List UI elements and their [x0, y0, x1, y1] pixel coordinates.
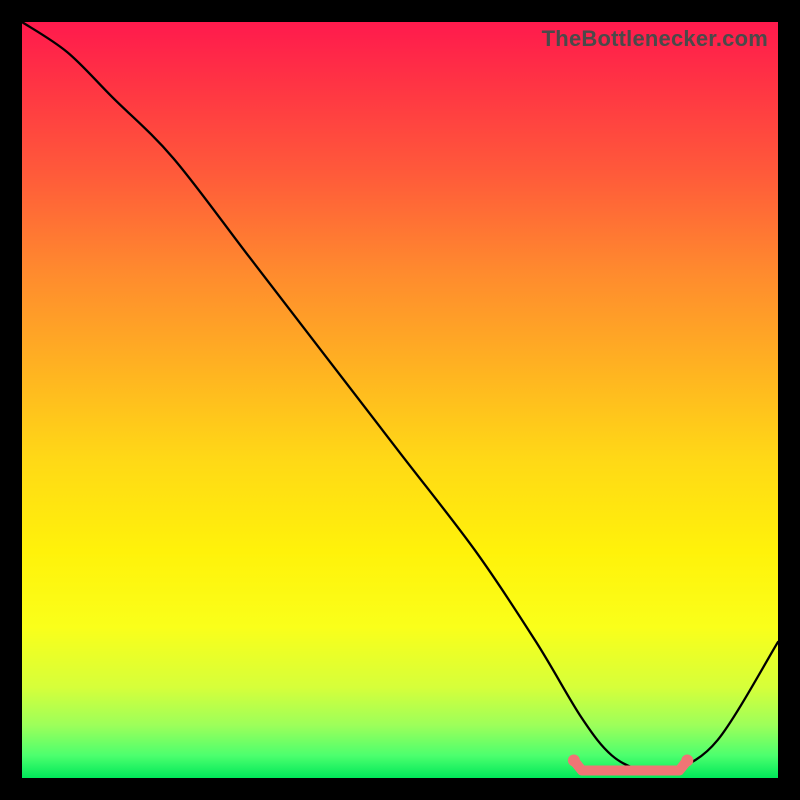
trough-highlight: [574, 760, 687, 770]
bottleneck-curve: [22, 22, 778, 773]
curve-svg: [22, 22, 778, 778]
plot-area: TheBottlenecker.com: [22, 22, 778, 778]
trough-dot-left: [568, 754, 580, 766]
chart-frame: TheBottlenecker.com: [22, 22, 778, 778]
trough-dot-right: [681, 754, 693, 766]
